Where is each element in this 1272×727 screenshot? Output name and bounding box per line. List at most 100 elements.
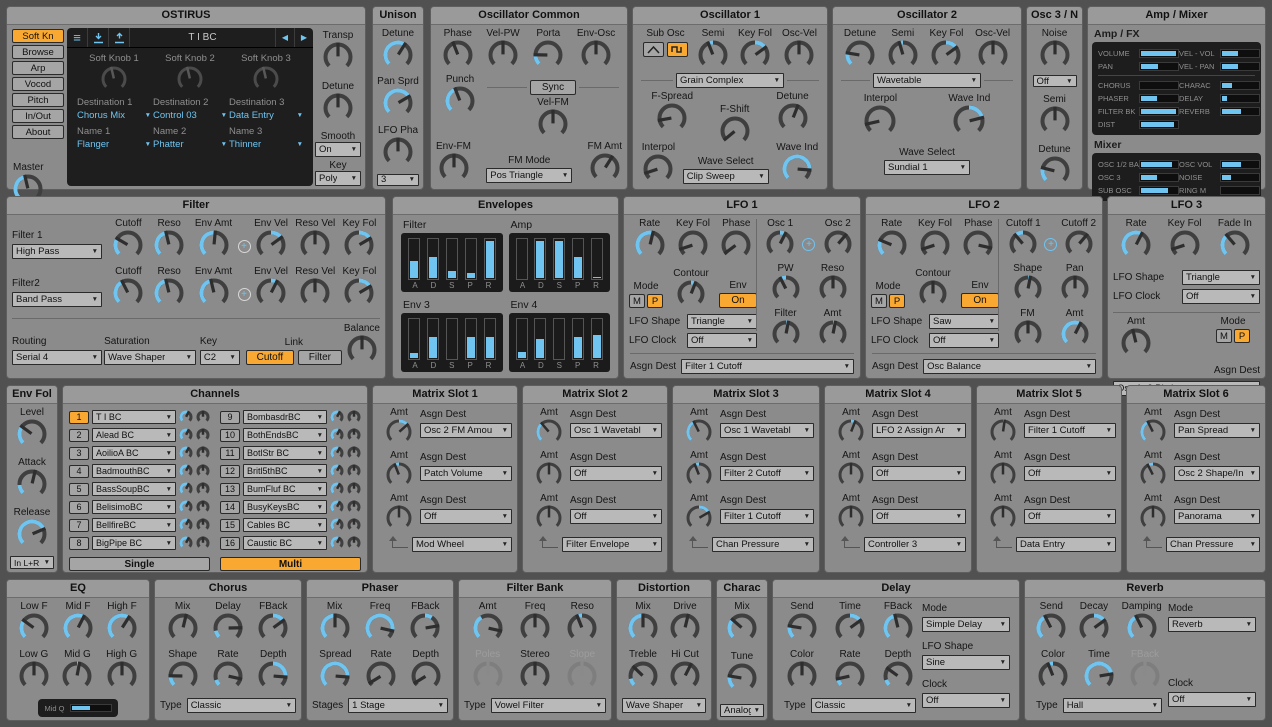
slider-delay[interactable]	[1220, 94, 1260, 103]
delay-clock-select[interactable]: Off▼	[922, 693, 1010, 708]
channel-volume-knob[interactable]	[179, 446, 193, 460]
channel-number-button[interactable]: 9	[220, 411, 240, 424]
asgn-dest-select[interactable]: Filter 1 Cutoff▼	[720, 509, 814, 524]
knob-shape[interactable]: Shape	[168, 649, 198, 691]
knob-rate[interactable]: Rate	[213, 649, 243, 691]
lfo3-shape-select[interactable]: Triangle▼	[1182, 270, 1260, 285]
env-stage-slider[interactable]	[572, 238, 584, 280]
channel-patch-select[interactable]: Britl5thBC▼	[243, 464, 327, 478]
knob-phase[interactable]: Phase	[963, 218, 993, 260]
knob-matrix-amt[interactable]: Amt	[982, 450, 1024, 488]
knob-cutoff-1[interactable]: Cutoff 1	[1006, 218, 1041, 258]
knob-reso[interactable]: Reso	[567, 601, 597, 643]
chorus-type-select[interactable]: Classic▼	[187, 698, 296, 713]
import-preset-icon[interactable]	[88, 28, 109, 47]
knob-low-g[interactable]: Low G	[19, 649, 49, 691]
knob-env-vel[interactable]: Env Vel	[254, 266, 288, 308]
env-fol-input-select[interactable]: In L+R▼	[10, 556, 54, 569]
knob-spread[interactable]: Spread	[319, 649, 351, 691]
knob-wave-ind[interactable]: Wave Ind	[776, 142, 818, 184]
slider-pan[interactable]	[1139, 62, 1179, 71]
lfo1-mode-m-button[interactable]: M	[629, 294, 645, 308]
smooth-select[interactable]: On▼	[315, 142, 361, 157]
osc3-mode-select[interactable]: Off▼	[1033, 75, 1077, 88]
channel-volume-knob[interactable]	[179, 518, 193, 532]
knob-freq[interactable]: Freq	[365, 601, 395, 643]
asgn-dest-select[interactable]: Osc 1 Wavetabl▼	[570, 423, 662, 438]
channel-volume-knob[interactable]	[179, 536, 193, 550]
slider-osc-vol[interactable]	[1220, 160, 1260, 169]
knob-reso[interactable]: Reso	[154, 218, 184, 260]
asgn-dest-select[interactable]: Osc 2 FM Amou▼	[420, 423, 512, 438]
knob-hi-cut[interactable]: Hi Cut	[670, 649, 700, 691]
knob-matrix-amt[interactable]: Amt	[1132, 450, 1174, 488]
channel-patch-select[interactable]: AoilioA BC▼	[92, 446, 176, 460]
soft-name-select[interactable]: Phatter▼	[153, 139, 227, 150]
preset-name[interactable]: T I BC	[130, 28, 275, 47]
knob-phase[interactable]: Phase	[721, 218, 751, 260]
knob-matrix-amt[interactable]: Amt	[528, 450, 570, 488]
knob-detune[interactable]: Detune	[776, 91, 808, 133]
knob-env-amt[interactable]: Env Amt	[195, 218, 232, 260]
device-tab-in-out[interactable]: In/Out	[12, 109, 64, 123]
knob-amt[interactable]: Amt	[473, 601, 503, 643]
knob-key-fol[interactable]: Key Fol	[676, 218, 710, 260]
lfo3-mode-m-button[interactable]: M	[1216, 329, 1232, 343]
knob-matrix-amt[interactable]: Amt	[378, 450, 420, 488]
asgn-dest-select[interactable]: Off▼	[1024, 509, 1116, 524]
knob-matrix-amt[interactable]: Amt	[528, 407, 570, 445]
channel-number-button[interactable]: 6	[69, 501, 89, 514]
channel-number-button[interactable]: 11	[220, 447, 240, 460]
osc1-wave-select[interactable]: Grain Complex▼	[676, 73, 784, 88]
knob-fade-in[interactable]: Fade In	[1218, 218, 1252, 260]
channel-pan-knob[interactable]	[347, 518, 361, 532]
knob-charac-tune[interactable]: Tune	[727, 651, 757, 693]
knob-amt[interactable]: Amt	[1061, 308, 1089, 348]
channel-number-button[interactable]: 16	[220, 537, 240, 550]
knob-amt[interactable]: Amt	[1121, 316, 1151, 358]
knob-interpol[interactable]: Interpol	[864, 93, 897, 137]
knob-mix[interactable]: Mix	[168, 601, 198, 643]
env-stage-slider[interactable]	[484, 238, 496, 280]
knob-matrix-amt[interactable]: Amt	[1132, 493, 1174, 531]
routing-select[interactable]: Serial 4▼	[12, 350, 102, 365]
knob-matrix-amt[interactable]: Amt	[982, 493, 1024, 531]
knob-transp[interactable]: Transp	[323, 30, 354, 72]
asgn-dest-select[interactable]: Off▼	[420, 509, 512, 524]
channel-pan-knob[interactable]	[347, 428, 361, 442]
lfo1-env-on-button[interactable]: On	[719, 293, 757, 308]
channel-number-button[interactable]: 8	[69, 537, 89, 550]
knob-semi[interactable]: Semi	[698, 28, 728, 70]
knob-cutoff-2[interactable]: Cutoff 2	[1061, 218, 1096, 258]
slider-sub-osc[interactable]	[1139, 186, 1179, 195]
env-stage-slider[interactable]	[553, 318, 565, 360]
env-stage-slider[interactable]	[553, 238, 565, 280]
knob-mid-f[interactable]: Mid F	[63, 601, 93, 643]
knob-env-fol-release[interactable]: Release	[14, 507, 51, 549]
knob-matrix-amt[interactable]: Amt	[1132, 407, 1174, 445]
knob-osc-vel[interactable]: Osc-Vel	[975, 28, 1010, 70]
device-tab-pitch[interactable]: Pitch	[12, 93, 64, 107]
knob-send[interactable]: Send	[787, 601, 817, 643]
knob-cutoff[interactable]: Cutoff	[113, 266, 143, 308]
next-preset-icon[interactable]: ▶	[294, 28, 313, 47]
soft-name-select[interactable]: Thinner▼	[229, 139, 303, 150]
knob-rate[interactable]: Rate	[1121, 218, 1151, 260]
knob-damping[interactable]: Damping	[1122, 601, 1162, 643]
knob-mid-g[interactable]: Mid G	[62, 649, 92, 691]
knob-env-fm[interactable]: Env-FM	[436, 141, 471, 183]
mod-source-select[interactable]: Chan Pressure▼	[712, 537, 814, 552]
env-stage-slider[interactable]	[427, 318, 439, 360]
asgn-dest-select[interactable]: Patch Volume▼	[420, 466, 512, 481]
knob-f-shift[interactable]: F-Shift	[720, 104, 750, 146]
channel-pan-knob[interactable]	[347, 482, 361, 496]
slider-phaser[interactable]	[1139, 94, 1179, 103]
channel-volume-knob[interactable]	[330, 410, 344, 424]
osc1-waveform-select[interactable]: Clip Sweep▼	[683, 169, 769, 184]
mod-source-select[interactable]: Chan Pressure▼	[1166, 537, 1260, 552]
channel-number-button[interactable]: 1	[69, 411, 89, 424]
channel-pan-knob[interactable]	[347, 464, 361, 478]
knob-rate[interactable]: Rate	[366, 649, 396, 691]
knob-interpol[interactable]: Interpol	[642, 142, 675, 184]
knob-osc-1[interactable]: Osc 1	[766, 218, 794, 258]
